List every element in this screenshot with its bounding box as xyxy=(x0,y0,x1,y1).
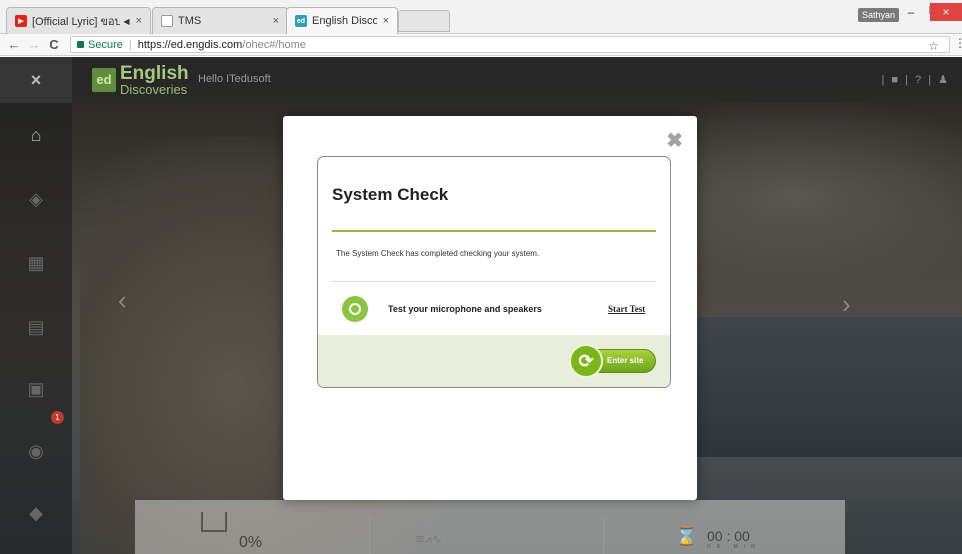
url-path: /ohec#/home xyxy=(242,38,306,51)
notification-badge: 1 xyxy=(51,411,64,424)
ed-favicon-icon: ed xyxy=(295,15,307,27)
logo-word-english: English xyxy=(120,63,189,84)
start-test-link[interactable]: Start Test xyxy=(608,304,645,314)
tab-official-lyric[interactable]: ▶ [Official Lyric] ขอบเลื่อน ◀︎ × xyxy=(6,7,151,34)
stat-divider xyxy=(369,515,370,554)
app-sidebar: ⌂ ◈ ▦ ▤ ▣ 1 ◉ ◆ xyxy=(0,103,72,554)
enter-site-label: Enter site xyxy=(607,356,644,365)
progress-icon xyxy=(201,512,227,532)
audio-icon: ◀︎ xyxy=(123,16,130,26)
url-separator: | xyxy=(128,38,132,51)
bookmark-star-icon[interactable]: ☆ xyxy=(928,39,939,53)
logo-mark: ed xyxy=(92,68,116,92)
layers-icon[interactable]: ◈ xyxy=(24,189,48,211)
window-close-icon[interactable]: × xyxy=(930,3,962,21)
stat-divider xyxy=(603,515,604,554)
tab-close-icon[interactable]: × xyxy=(136,15,142,27)
calendar-icon[interactable]: ▤ xyxy=(24,317,48,339)
app-header: × ed English Discoveries Hello ITedusoft… xyxy=(0,57,962,103)
profile-button[interactable]: Sathyan xyxy=(858,8,900,22)
user-greeting: Hello ITedusoft xyxy=(198,73,271,85)
card-footer: ⟳ Enter site xyxy=(318,335,670,387)
carousel-prev-icon[interactable]: ‹ xyxy=(118,285,127,316)
system-check-modal: ✖ System Check The System Check has comp… xyxy=(283,116,697,500)
header-icons[interactable]: | ■ | ? | ♟ xyxy=(882,73,950,86)
title-divider xyxy=(332,230,656,232)
modal-title: System Check xyxy=(332,185,449,204)
secure-label: Secure xyxy=(88,38,123,51)
progress-percent: 0% xyxy=(239,534,263,551)
app-close-icon[interactable]: × xyxy=(0,57,72,103)
new-tab-button[interactable] xyxy=(398,10,450,32)
logo-word-discoveries: Discoveries xyxy=(120,82,188,97)
messages-icon[interactable]: ▣ xyxy=(24,379,48,401)
book-icon[interactable]: ◆ xyxy=(24,503,48,525)
mic-test-label: Test your microphone and speakers xyxy=(388,304,542,314)
status-message: The System Check has completed checking … xyxy=(336,249,540,258)
microphone-icon xyxy=(342,296,368,322)
activity-wave-icon: ≋⩘∿ xyxy=(415,532,442,546)
tab-title: English Discoveries xyxy=(312,15,377,27)
close-icon[interactable]: ✖ xyxy=(666,128,683,153)
page-icon xyxy=(161,15,173,27)
system-check-card: System Check The System Check has comple… xyxy=(317,156,671,388)
address-bar: ← → C Secure | https://ed.engdis.com /oh… xyxy=(0,34,962,56)
reload-icon[interactable]: C xyxy=(44,37,64,52)
hourglass-icon: ⌛ xyxy=(675,526,698,546)
tab-title: [Official Lyric] ขอบเลื่อน xyxy=(32,16,121,28)
tab-title: TMS xyxy=(178,15,202,27)
community-icon[interactable]: ◉ xyxy=(24,441,48,463)
tab-close-icon[interactable]: × xyxy=(383,15,389,27)
time-spent: 00 : 00 HR MIN xyxy=(707,528,761,550)
forward-arrow-icon[interactable]: → xyxy=(24,37,44,52)
app-viewport: × ed English Discoveries Hello ITedusoft… xyxy=(0,57,962,554)
tab-english-discoveries[interactable]: ed English Discoveries × xyxy=(286,7,398,34)
home-icon[interactable]: ⌂ xyxy=(24,125,48,147)
institution-icon[interactable]: ▦ xyxy=(24,253,48,275)
lock-icon xyxy=(77,41,84,48)
enter-site-button[interactable]: ⟳ Enter site xyxy=(569,344,656,378)
url-input[interactable]: Secure | https://ed.engdis.com /ohec#/ho… xyxy=(70,36,950,53)
url-host: https://ed.engdis.com xyxy=(137,38,243,51)
stats-bar: 0% ≋⩘∿ ⌛ 00 : 00 HR MIN xyxy=(135,500,845,554)
time-value: 00 : 00 xyxy=(707,528,750,544)
section-divider xyxy=(332,281,656,282)
tab-tms[interactable]: TMS × xyxy=(152,7,288,34)
secure-indicator[interactable]: Secure xyxy=(77,39,123,51)
back-arrow-icon[interactable]: ← xyxy=(4,37,24,52)
english-discoveries-logo: ed English Discoveries xyxy=(92,64,189,96)
carousel-next-icon[interactable]: › xyxy=(842,289,851,320)
refresh-arrows-icon: ⟳ xyxy=(569,344,603,378)
browser-menu-icon[interactable]: ⋮ xyxy=(954,36,962,50)
tab-close-icon[interactable]: × xyxy=(273,15,279,27)
time-units: HR MIN xyxy=(707,544,761,550)
youtube-icon: ▶ xyxy=(15,15,27,27)
browser-tabstrip: ▶ [Official Lyric] ขอบเลื่อน ◀︎ × TMS × … xyxy=(0,0,962,34)
